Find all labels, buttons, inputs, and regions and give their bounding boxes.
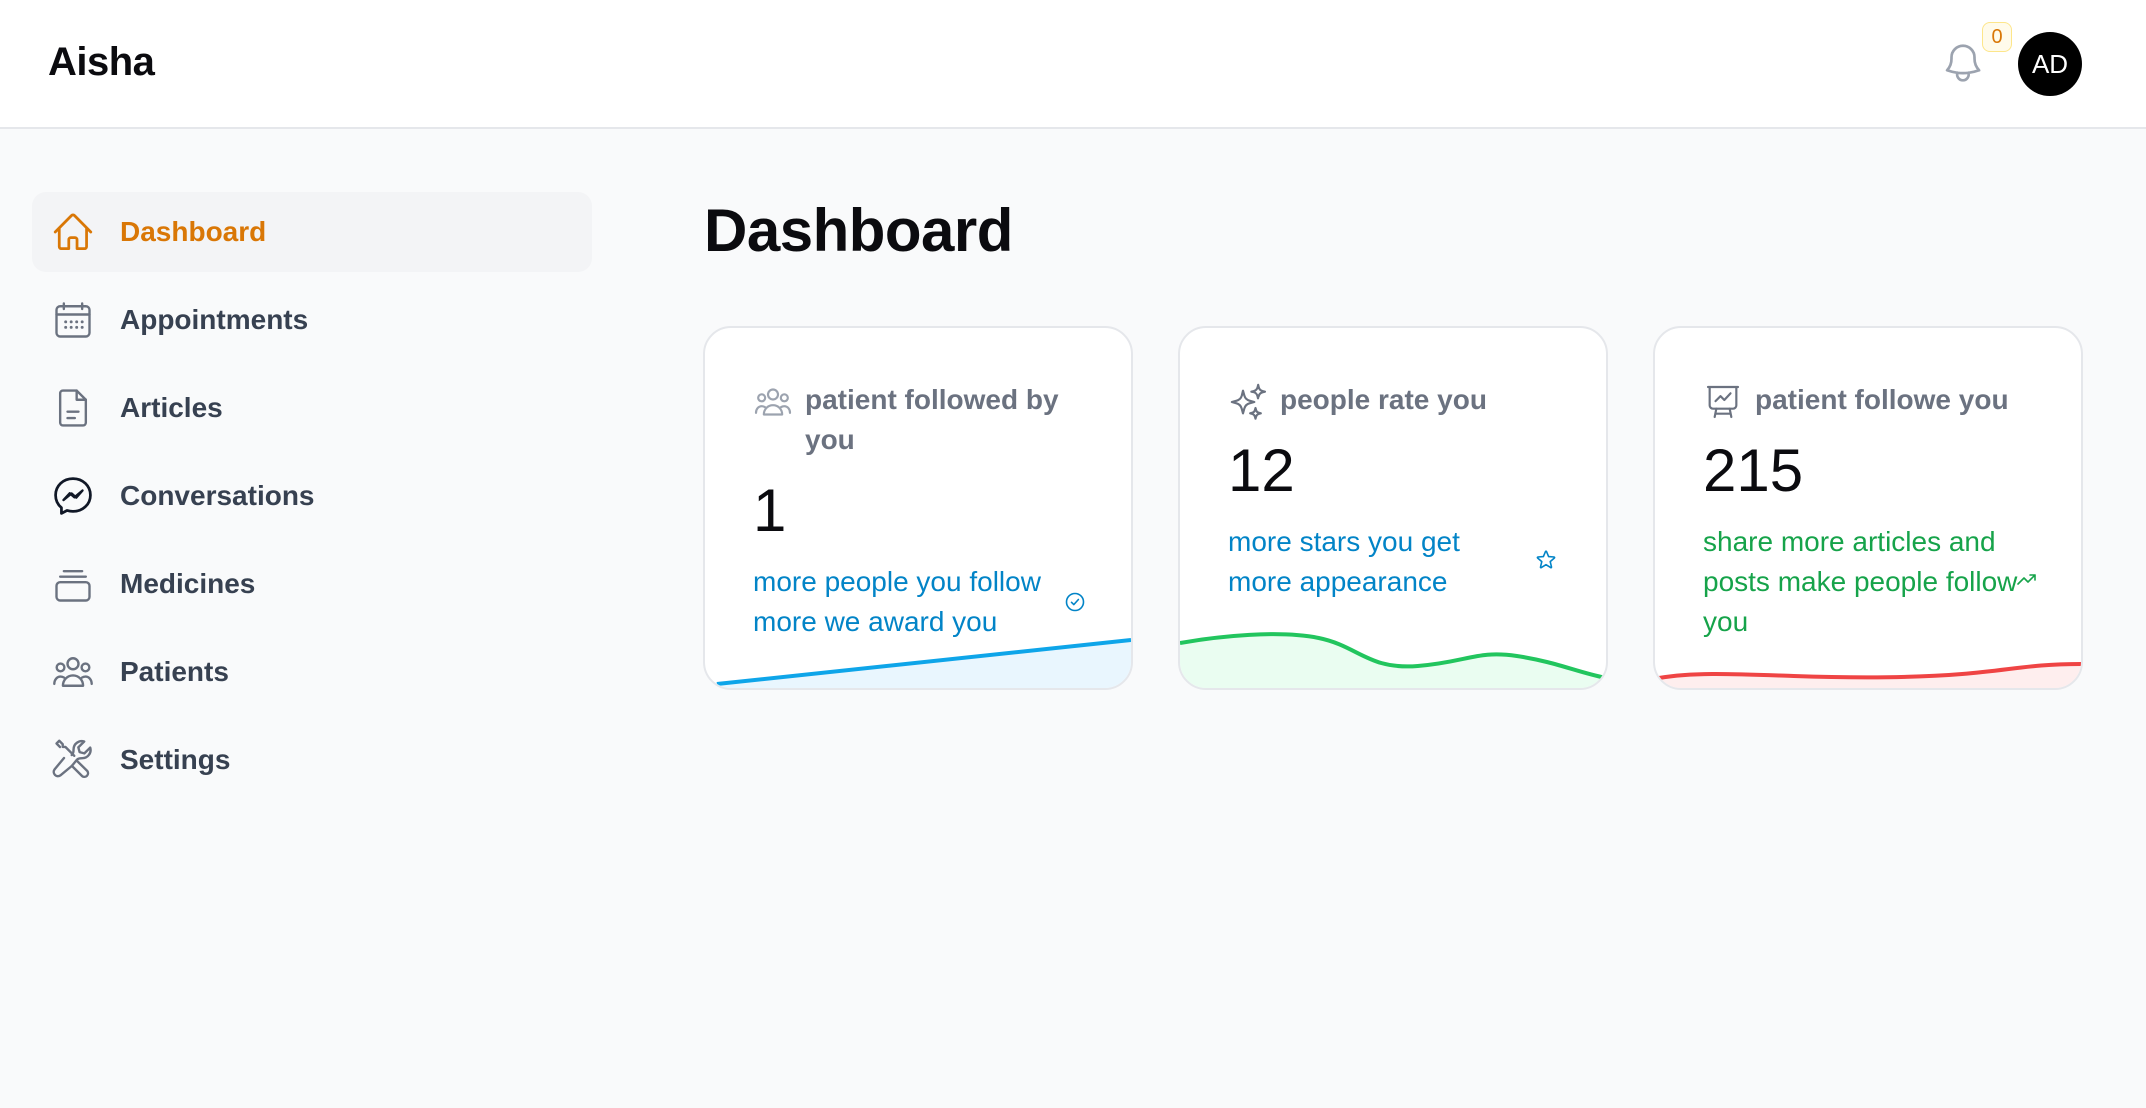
home-icon — [50, 209, 96, 255]
sidebar-item-label: Dashboard — [120, 216, 267, 247]
card-description: share more articles and posts make peopl… — [1703, 526, 2018, 637]
sparkline-followed — [716, 638, 1131, 688]
notification-count-badge: 0 — [1982, 22, 2012, 52]
sparkles-icon — [1228, 382, 1268, 422]
sidebar-item-label: Medicines — [120, 568, 256, 599]
sidebar-item-settings[interactable]: Settings — [32, 720, 592, 800]
sidebar-item-label: Articles — [120, 392, 223, 423]
calendar-icon — [50, 297, 96, 343]
card-value: 12 — [1228, 437, 1295, 504]
card-header: patient followe you — [1703, 380, 2051, 422]
top-bar: Aisha 0 AD — [0, 0, 2146, 129]
card-title: people rate you — [1280, 384, 1487, 415]
card-header: patient followed by you — [753, 380, 1101, 460]
sidebar-item-appointments[interactable]: Appointments — [32, 280, 592, 360]
page-title: Dashboard — [704, 197, 1013, 264]
stack-icon — [50, 561, 96, 607]
brand-logo[interactable]: Aisha — [48, 40, 155, 85]
card-header: people rate you — [1228, 380, 1576, 422]
star-icon — [1534, 548, 1558, 572]
card-description: more stars you get more appearance — [1228, 526, 1460, 597]
document-icon — [50, 385, 96, 431]
bell-icon — [1940, 44, 1986, 90]
messenger-icon — [50, 473, 96, 519]
stat-card-people-rate-you: people rate you 12 more stars you get mo… — [1178, 326, 1608, 690]
sidebar-item-articles[interactable]: Articles — [32, 368, 592, 448]
sidebar-item-conversations[interactable]: Conversations — [32, 456, 592, 536]
sparkline-followers — [1658, 662, 2081, 688]
sidebar-item-label: Patients — [120, 656, 229, 687]
card-value: 215 — [1703, 437, 1804, 504]
card-title: patient followe you — [1755, 384, 2009, 415]
trending-up-icon — [2015, 568, 2039, 592]
sidebar-item-label: Conversations — [120, 480, 315, 511]
sidebar-item-dashboard[interactable]: Dashboard — [32, 192, 592, 272]
sidebar-item-patients[interactable]: Patients — [32, 632, 592, 712]
stat-card-followed-by-you: patient followed by you 1 more people yo… — [703, 326, 1133, 690]
notifications-button[interactable] — [1940, 40, 1986, 86]
sidebar-item-label: Appointments — [120, 304, 309, 335]
users-icon — [50, 649, 96, 695]
sidebar-item-medicines[interactable]: Medicines — [32, 544, 592, 624]
sidebar: Dashboard Appointments Articles Conversa… — [32, 192, 592, 808]
stat-card-followe-you: patient followe you 215 share more artic… — [1653, 326, 2083, 690]
check-circle-icon — [1063, 590, 1087, 614]
users-icon — [753, 382, 793, 422]
tools-icon — [50, 737, 96, 783]
presentation-chart-icon — [1703, 382, 1743, 422]
card-title: patient followed by you — [805, 384, 1059, 455]
sparkline-rating — [1180, 632, 1606, 688]
sidebar-item-label: Settings — [120, 744, 231, 775]
card-value: 1 — [753, 477, 787, 544]
avatar[interactable]: AD — [2018, 32, 2082, 96]
